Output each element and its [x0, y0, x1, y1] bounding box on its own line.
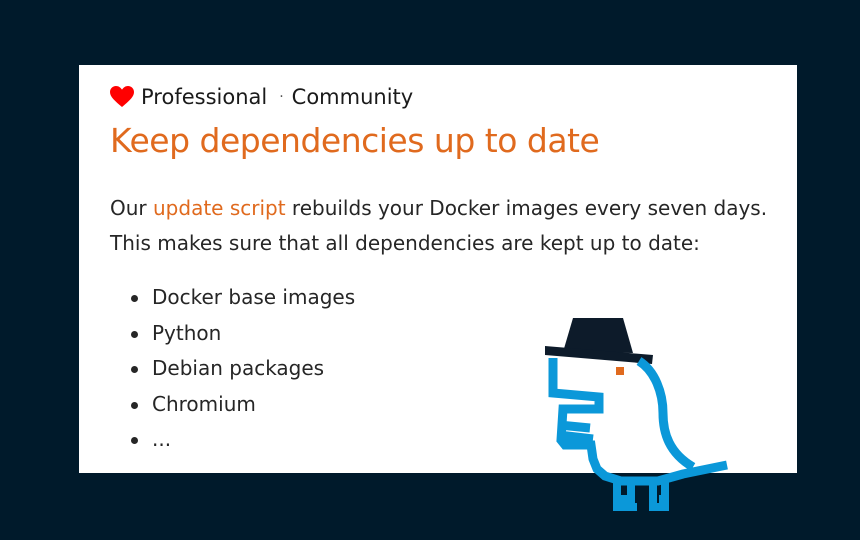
- update-script-link[interactable]: update script: [153, 196, 286, 220]
- list-item: Docker base images: [110, 280, 355, 316]
- dependency-list: Docker base images Python Debian package…: [110, 280, 355, 458]
- list-item: Chromium: [110, 387, 355, 423]
- intro-paragraph: Our update script rebuilds your Docker i…: [110, 191, 790, 261]
- list-item: Python: [110, 316, 355, 352]
- list-item: Debian packages: [110, 351, 355, 387]
- edition-badges: Professional · Community: [110, 82, 413, 112]
- edition-separator: ·: [279, 89, 284, 105]
- list-item: ...: [110, 422, 355, 458]
- hat-crown: [563, 318, 633, 353]
- bird-eye: [616, 367, 624, 375]
- section-title: Keep dependencies up to date: [110, 121, 600, 160]
- heart-icon: [110, 86, 134, 107]
- intro-prefix: Our: [110, 196, 153, 220]
- bird-outline: [548, 357, 728, 486]
- edition-professional: Professional: [141, 85, 268, 109]
- bird-mascot-icon: [545, 318, 728, 511]
- edition-community: Community: [291, 85, 414, 109]
